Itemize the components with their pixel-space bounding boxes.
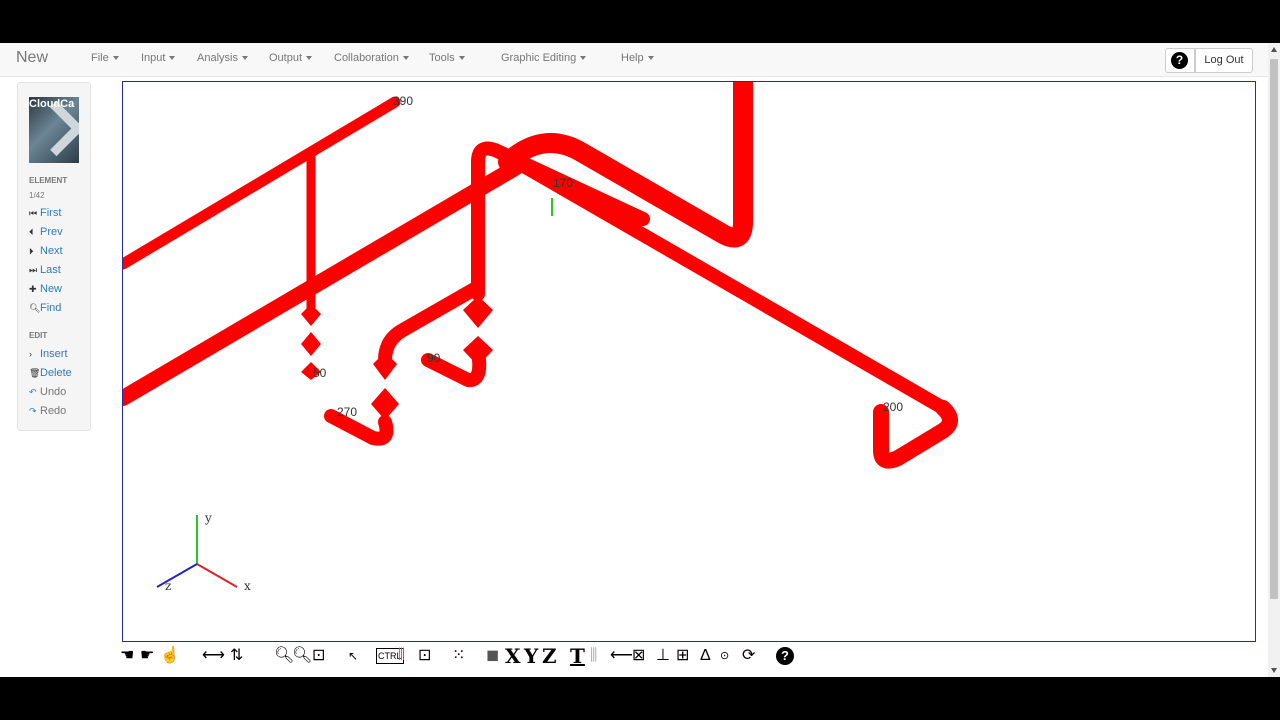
- edit-section-label: EDIT: [29, 331, 48, 340]
- scrollbar-thumb[interactable]: [1270, 59, 1278, 599]
- pan-vertical-icon[interactable]: ⇅: [230, 644, 243, 668]
- nav-first[interactable]: ⏮ First: [29, 207, 61, 219]
- help-icon: ?: [776, 647, 794, 665]
- edit-undo[interactable]: ↶ Undo: [29, 386, 66, 398]
- refresh-icon[interactable]: ⟳: [742, 644, 755, 668]
- scroll-up-icon[interactable]: [1271, 47, 1277, 52]
- overlay-icon[interactable]: ⊙: [720, 644, 729, 668]
- step-backward-icon: ⏴: [29, 227, 34, 237]
- element-counter: 1/42: [29, 191, 45, 200]
- node-label-90[interactable]: 90: [427, 351, 440, 365]
- delta-icon[interactable]: Δ: [700, 644, 711, 668]
- top-navbar: New File Input Analysis Output Collabora…: [0, 43, 1268, 77]
- zoom-window-icon[interactable]: ⊡: [312, 644, 325, 668]
- pipe-segment-390[interactable]: [123, 96, 401, 270]
- help-icon: ?: [1171, 52, 1188, 69]
- valve-markers: [301, 296, 493, 420]
- dimension-icon[interactable]: ⫼: [590, 644, 597, 668]
- caret-down-icon: [169, 56, 176, 61]
- redo-icon: ↷: [29, 406, 37, 416]
- plus-icon: ✚: [29, 284, 37, 294]
- rotate-hand-icon[interactable]: ☛: [140, 644, 154, 668]
- view-z-button[interactable]: Z: [542, 644, 557, 668]
- pointer-icon[interactable]: ↖: [348, 644, 358, 668]
- section-view-icon[interactable]: ⊠: [632, 644, 645, 668]
- edit-insert[interactable]: › Insert: [29, 348, 68, 360]
- pipe-diagonal-200[interactable]: [496, 147, 950, 415]
- trash-icon: 🗑︎: [29, 368, 41, 378]
- arrow-dimension-icon[interactable]: ⟵: [610, 644, 633, 668]
- support-icon[interactable]: ⊥: [656, 644, 670, 668]
- nav-new[interactable]: ✚ New: [29, 283, 62, 295]
- page-scrollbar[interactable]: [1268, 43, 1280, 677]
- edit-delete[interactable]: 🗑︎Delete: [29, 367, 72, 379]
- pipe-model-drawing[interactable]: [123, 82, 1255, 641]
- caret-down-icon: [458, 56, 465, 61]
- menu-input[interactable]: Input: [141, 52, 176, 64]
- red-marker-icon[interactable]: ⦀: [398, 644, 405, 668]
- caret-down-icon: [306, 56, 313, 61]
- logo-text: CloudCa: [29, 98, 75, 110]
- menu-analysis[interactable]: Analysis: [197, 52, 248, 64]
- view-x-button[interactable]: X: [505, 644, 521, 668]
- caret-down-icon: [402, 56, 409, 61]
- chevron-right-icon: ›: [29, 349, 32, 359]
- menu-tools[interactable]: Tools: [429, 52, 465, 64]
- axis-label-y: y: [205, 511, 212, 525]
- caret-down-icon: [647, 56, 654, 61]
- fast-backward-icon: ⏮: [29, 208, 38, 218]
- axis-label-x: x: [244, 579, 251, 593]
- app-page: New File Input Analysis Output Collabora…: [0, 43, 1280, 677]
- grid-dots-icon[interactable]: ⁙: [452, 644, 465, 668]
- element-sidebar: CloudCa ELEMENT 1/42 ⏮ First ⏴ Prev ⏵ Next …: [17, 82, 91, 431]
- pipe-elbow-270[interactable]: [324, 409, 394, 446]
- axis-label-z: z: [165, 579, 172, 593]
- caret-down-icon: [112, 56, 119, 61]
- pipe-main-line[interactable]: [123, 160, 523, 406]
- pan-hand-icon[interactable]: ☚: [120, 644, 134, 668]
- pan-horizontal-icon[interactable]: ⟷: [202, 644, 225, 668]
- search-icon: 🔍︎: [29, 303, 41, 313]
- 3d-model-viewport[interactable]: 390 170 50 90 270 200 y x z: [122, 81, 1256, 642]
- fast-forward-icon: ⏭: [29, 265, 38, 275]
- toolbar-help-button[interactable]: ?: [776, 644, 794, 668]
- axis-triad: [156, 515, 238, 588]
- node-label-200[interactable]: 200: [883, 400, 903, 414]
- nav-next[interactable]: ⏵ Next: [29, 245, 63, 257]
- nav-last[interactable]: ⏭ Last: [29, 264, 61, 276]
- menu-collaboration[interactable]: Collaboration: [334, 52, 409, 64]
- step-forward-icon: ⏵: [29, 246, 34, 256]
- node-label-390[interactable]: 390: [393, 94, 413, 108]
- menu-file[interactable]: File: [91, 52, 119, 64]
- menu-help[interactable]: Help: [621, 52, 654, 64]
- nav-find[interactable]: 🔍︎Find: [29, 302, 61, 314]
- logout-button[interactable]: Log Out: [1195, 48, 1253, 73]
- undo-icon: ↶: [29, 387, 37, 397]
- cloudcalc-logo: CloudCa: [29, 97, 79, 163]
- scroll-down-icon[interactable]: [1271, 668, 1277, 673]
- iso-view-cube-icon[interactable]: ◼: [486, 644, 499, 668]
- node-label-270[interactable]: 270: [337, 405, 357, 419]
- edit-redo[interactable]: ↷ Redo: [29, 405, 66, 417]
- node-label-170[interactable]: 170: [553, 176, 573, 190]
- anchor-icon[interactable]: ⊞: [676, 644, 689, 668]
- graphics-toolbar: ☚ ☛ ☝ ⟷ ⇅ 🔍︎ 🔍︎ ⊡ ↖ CTRL ⦀ ⊡ ⁙ ◼ X Y Z T…: [120, 644, 820, 668]
- help-button[interactable]: ?: [1165, 48, 1195, 73]
- text-toggle-button[interactable]: T: [570, 644, 585, 668]
- menu-graphic-editing[interactable]: Graphic Editing: [501, 52, 587, 64]
- view-y-button[interactable]: Y: [524, 644, 538, 668]
- caret-down-icon: [580, 56, 587, 61]
- menu-output[interactable]: Output: [269, 52, 313, 64]
- node-label-50[interactable]: 50: [313, 366, 326, 380]
- zoom-in-icon[interactable]: 🔍︎: [292, 644, 312, 668]
- caret-down-icon: [241, 56, 248, 61]
- node-window-icon[interactable]: ⊡: [418, 644, 431, 668]
- nav-prev[interactable]: ⏴ Prev: [29, 226, 63, 238]
- pipe-elbow-200[interactable]: [873, 400, 958, 469]
- element-section-label: ELEMENT: [29, 176, 68, 185]
- brand-title[interactable]: New: [16, 49, 48, 67]
- select-hand-icon[interactable]: ☝: [160, 644, 180, 668]
